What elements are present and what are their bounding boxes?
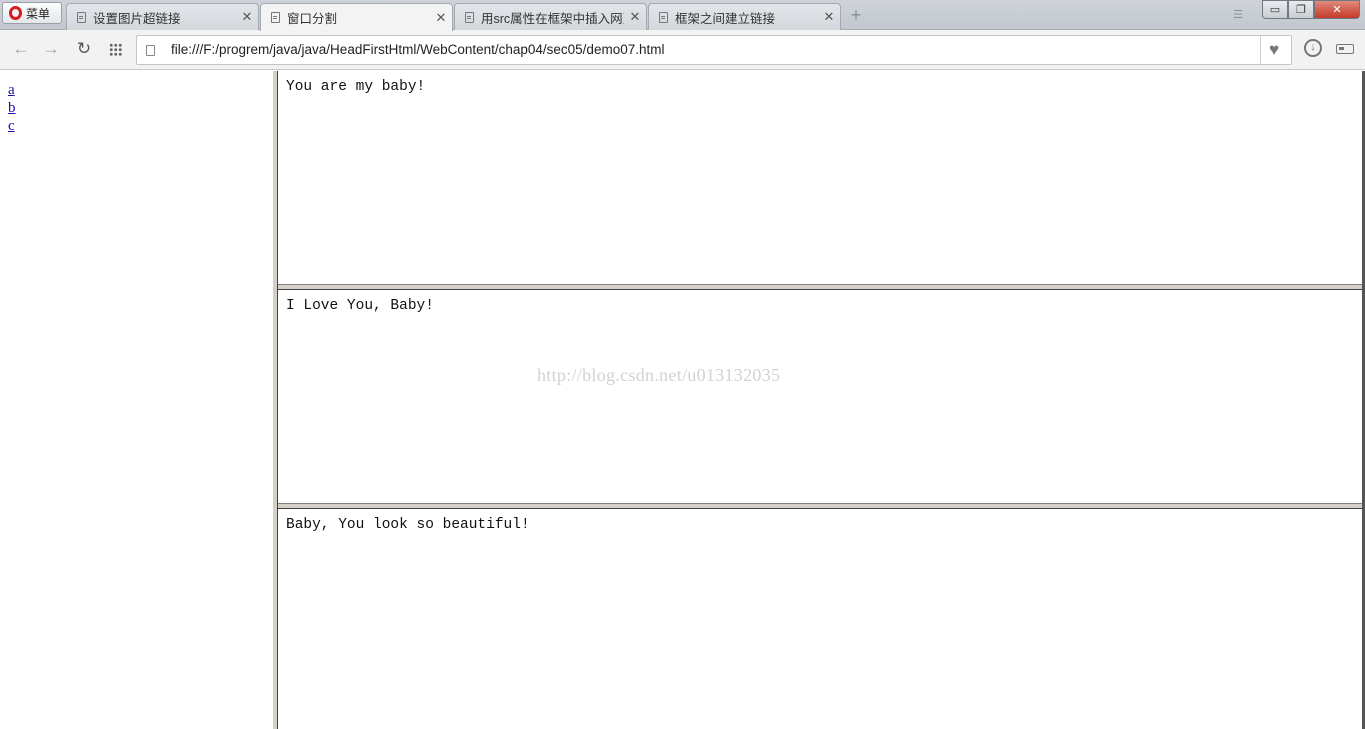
tab-4[interactable]: 框架之间建立链接 ✕	[648, 3, 841, 30]
url-text[interactable]: file:///F:/progrem/java/java/HeadFirstHt…	[171, 42, 664, 57]
link-a[interactable]: a	[8, 81, 16, 99]
tab-strip: 菜单 设置图片超链接 ✕ 窗口分割 ✕ 用src属性在框架中插入网页 ✕ 框架之…	[0, 0, 1365, 31]
battery-saver-icon[interactable]	[1336, 44, 1354, 54]
back-arrow-icon[interactable]: ←	[11, 39, 31, 59]
forward-arrow-icon[interactable]: →	[41, 39, 61, 59]
download-icon[interactable]: ↓	[1304, 39, 1322, 57]
link-b[interactable]: b	[8, 99, 16, 117]
heart-bookmark-icon[interactable]: ♥	[1269, 40, 1279, 60]
right-frame-bottom: Baby, You look so beautiful!	[278, 509, 1365, 729]
tab-2-active[interactable]: 窗口分割 ✕	[260, 3, 453, 31]
new-tab-icon[interactable]: +	[848, 6, 864, 24]
tab-menu-icon[interactable]: ☰	[1230, 8, 1246, 22]
tab-title: 设置图片超链接	[93, 11, 181, 26]
minimize-button[interactable]: ▭	[1262, 0, 1288, 19]
close-tab-icon[interactable]: ✕	[624, 9, 646, 25]
menu-label: 菜单	[26, 6, 51, 21]
page-icon	[271, 12, 280, 23]
maximize-button[interactable]: ❐	[1288, 0, 1314, 19]
page-icon	[659, 11, 668, 23]
address-bar[interactable]: file:///F:/progrem/java/java/HeadFirstHt…	[136, 35, 1292, 65]
link-c[interactable]: c	[8, 117, 16, 135]
close-tab-icon[interactable]: ✕	[430, 10, 452, 26]
tab-title: 窗口分割	[287, 12, 338, 26]
close-tab-icon[interactable]: ✕	[236, 9, 258, 25]
page-icon	[77, 11, 86, 23]
left-nav-frame: a b c	[0, 71, 272, 729]
reload-icon[interactable]: ↻	[74, 39, 94, 59]
frame-text: You are my baby!	[286, 79, 426, 95]
divider	[1260, 36, 1261, 64]
link-list: a b c	[8, 81, 16, 135]
right-frame-middle: I Love You, Baby! http://blog.csdn.net/u…	[278, 290, 1365, 503]
tab-title: 框架之间建立链接	[675, 11, 776, 26]
watermark: http://blog.csdn.net/u013132035	[537, 365, 781, 385]
right-frame-top: You are my baby!	[278, 71, 1365, 284]
opera-menu-button[interactable]: 菜单	[2, 2, 62, 24]
tab-3[interactable]: 用src属性在框架中插入网页 ✕	[454, 3, 647, 30]
tab-1[interactable]: 设置图片超链接 ✕	[66, 3, 259, 30]
close-window-button[interactable]: ✕	[1314, 0, 1360, 19]
tab-title: 用src属性在框架中插入网页	[481, 11, 624, 26]
frame-text: Baby, You look so beautiful!	[286, 517, 530, 533]
page-icon	[146, 45, 155, 56]
address-toolbar: ← → ↻ file:///F:/progrem/java/java/HeadF…	[0, 30, 1365, 70]
close-tab-icon[interactable]: ✕	[818, 9, 840, 25]
page-icon	[465, 11, 474, 23]
frame-text: I Love You, Baby!	[286, 298, 434, 314]
opera-logo-icon	[9, 6, 22, 20]
speed-dial-grid-icon[interactable]	[109, 43, 122, 56]
